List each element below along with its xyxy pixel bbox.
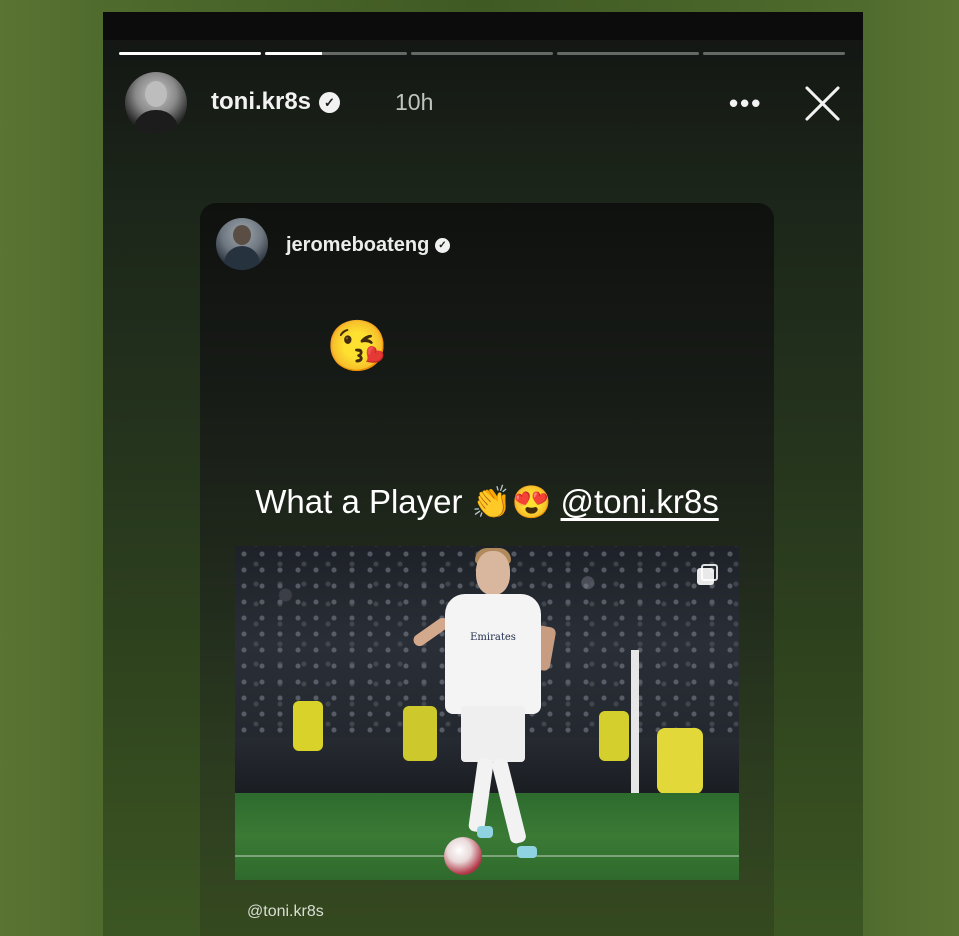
top-strip — [103, 12, 863, 40]
carousel-icon — [697, 564, 719, 586]
progress-segment — [411, 52, 553, 55]
more-options-button[interactable]: ••• — [729, 88, 762, 119]
verified-badge-icon: ✓ — [319, 92, 340, 113]
verified-badge-icon: ✓ — [435, 238, 450, 253]
story-header: toni.kr8s ✓ 10h ••• — [125, 72, 845, 134]
post-footer-mention[interactable]: @toni.kr8s — [247, 903, 324, 921]
author-avatar[interactable] — [125, 72, 187, 134]
player-shirt — [445, 594, 541, 714]
shirt-sponsor-text: Emirates — [470, 632, 516, 643]
story-timestamp: 10h — [395, 89, 434, 115]
story-progress-bars — [119, 52, 845, 55]
football — [444, 837, 482, 875]
progress-segment — [703, 52, 845, 55]
author-username[interactable]: toni.kr8s — [211, 88, 311, 116]
story-viewer: toni.kr8s ✓ 10h ••• jeromeboateng ✓ 😘 Wh… — [103, 12, 863, 936]
progress-segment — [119, 52, 261, 55]
kiss-emoji-sticker: 😘 — [326, 318, 389, 374]
progress-segment — [557, 52, 699, 55]
shared-post-card[interactable]: jeromeboateng ✓ 😘 What a Player 👏😍 @toni… — [200, 203, 774, 936]
story-caption: What a Player 👏😍 @toni.kr8s — [200, 483, 774, 521]
progress-segment — [265, 52, 407, 55]
shared-author-avatar[interactable] — [216, 218, 268, 270]
caption-emojis: 👏😍 — [471, 484, 552, 520]
caption-text: What a Player — [255, 483, 463, 520]
close-icon[interactable] — [801, 82, 843, 124]
caption-mention-link[interactable]: @toni.kr8s — [561, 483, 719, 520]
shared-post-image[interactable]: Emirates — [235, 546, 739, 880]
shared-author-username[interactable]: jeromeboateng — [286, 234, 429, 257]
shared-post-header: jeromeboateng ✓ — [216, 218, 616, 272]
goal-post — [631, 650, 639, 798]
